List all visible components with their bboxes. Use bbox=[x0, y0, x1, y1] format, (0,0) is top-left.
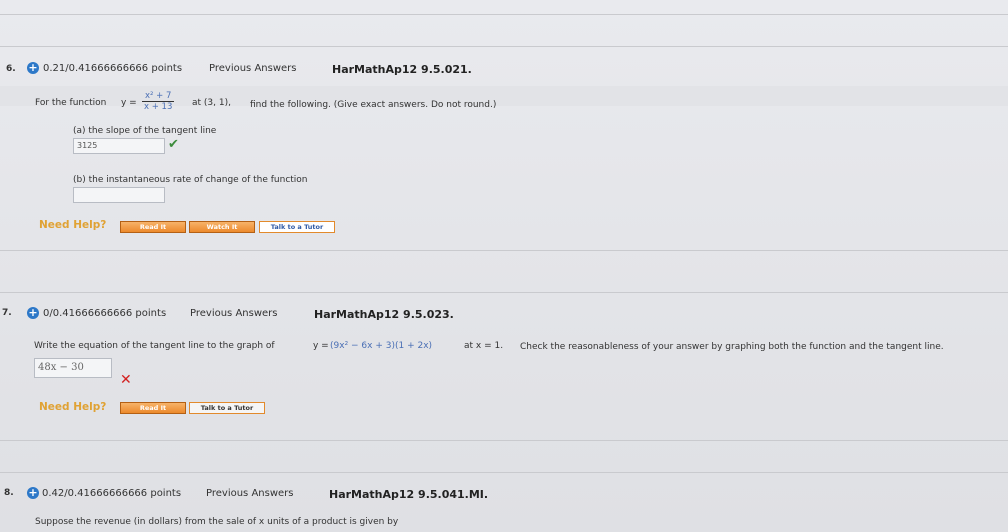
at-x-label: at x = 1. bbox=[464, 341, 504, 351]
question-number: 6. bbox=[6, 64, 16, 74]
plus-circle-icon[interactable]: + bbox=[27, 62, 39, 74]
answer-field[interactable]: 48x − 30 bbox=[34, 358, 112, 378]
function-expression: (9x² − 6x + 3)(1 + 2x) bbox=[330, 341, 433, 351]
watch-it-button[interactable]: Watch It bbox=[189, 221, 255, 233]
function-fraction: x² + 7 x + 13 bbox=[142, 91, 175, 112]
points-label: 0/0.41666666666 points bbox=[43, 308, 167, 319]
part-b-label: (b) the instantaneous rate of change of … bbox=[73, 175, 308, 185]
prompt-suffix: Check the reasonableness of your answer … bbox=[520, 342, 944, 352]
prompt-suffix: find the following. (Give exact answers.… bbox=[250, 100, 497, 110]
divider bbox=[0, 472, 1008, 473]
divider bbox=[0, 46, 1008, 47]
checkmark-icon: ✔ bbox=[168, 137, 179, 152]
prompt-text: Suppose the revenue (in dollars) from th… bbox=[35, 517, 399, 527]
previous-answers-link[interactable]: Previous Answers bbox=[209, 63, 296, 74]
divider bbox=[0, 250, 1008, 251]
points-label: 0.21/0.41666666666 points bbox=[43, 63, 183, 74]
plus-circle-icon[interactable]: + bbox=[27, 307, 39, 319]
prompt-prefix: For the function bbox=[35, 98, 107, 108]
part-a-label: (a) the slope of the tangent line bbox=[73, 126, 217, 136]
point-label: at (3, 1), bbox=[192, 98, 231, 108]
fraction-numerator: x² + 7 bbox=[142, 91, 175, 102]
fraction-denominator: x + 13 bbox=[144, 102, 173, 112]
need-help-label: Need Help? bbox=[39, 219, 107, 231]
divider bbox=[0, 440, 1008, 441]
previous-answers-link[interactable]: Previous Answers bbox=[190, 308, 277, 319]
y-equals: y = bbox=[313, 341, 329, 351]
question-number: 8. bbox=[4, 488, 14, 498]
talk-to-tutor-button[interactable]: Talk to a Tutor bbox=[259, 221, 335, 233]
plus-circle-icon[interactable]: + bbox=[27, 487, 39, 499]
previous-answers-link[interactable]: Previous Answers bbox=[206, 488, 293, 499]
talk-to-tutor-button[interactable]: Talk to a Tutor bbox=[189, 402, 265, 414]
answer-a-field[interactable]: 3125 bbox=[73, 138, 165, 154]
read-it-button[interactable]: Read It bbox=[120, 221, 186, 233]
answer-b-field[interactable] bbox=[73, 187, 165, 203]
read-it-button[interactable]: Read It bbox=[120, 402, 186, 414]
problem-code: HarMathAp12 9.5.021. bbox=[332, 63, 472, 76]
divider bbox=[0, 292, 1008, 293]
divider bbox=[0, 14, 1008, 15]
prompt-text: Write the equation of the tangent line t… bbox=[34, 341, 275, 351]
problem-code: HarMathAp12 9.5.023. bbox=[314, 308, 454, 321]
need-help-label: Need Help? bbox=[39, 401, 107, 413]
points-label: 0.42/0.41666666666 points bbox=[42, 488, 182, 499]
cross-icon: ✕ bbox=[120, 372, 132, 388]
y-equals: y = bbox=[121, 98, 137, 108]
question-number: 7. bbox=[2, 308, 12, 318]
problem-code: HarMathAp12 9.5.041.MI. bbox=[329, 488, 489, 501]
